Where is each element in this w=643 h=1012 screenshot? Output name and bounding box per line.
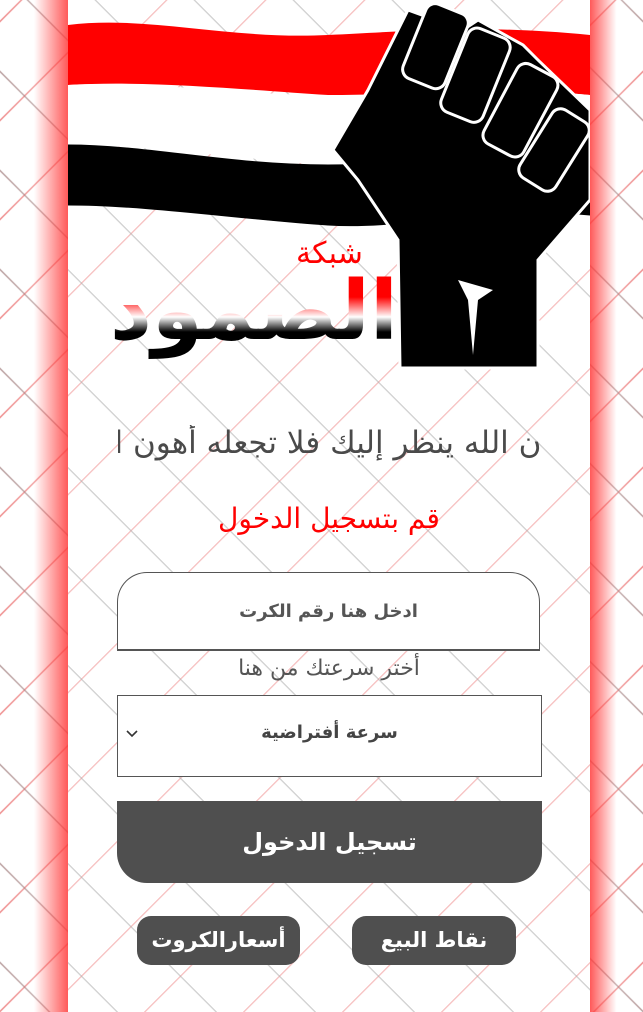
marquee-text: إن الله ينظر إليك فلا تجعله أهون الناظري… — [118, 425, 540, 461]
left-decor-strip — [0, 0, 68, 1012]
login-button[interactable]: تسجيل الدخول — [117, 801, 542, 883]
speed-selected-value: سرعة أفتراضية — [261, 722, 398, 743]
login-subtitle: قم بتسجيل الدخول — [218, 502, 440, 535]
card-number-input[interactable] — [117, 572, 540, 651]
header-banner: شبكة الصمود — [68, 0, 590, 370]
marquee: إن الله ينظر إليك فلا تجعله أهون الناظري… — [118, 425, 540, 475]
speed-select[interactable]: سرعة أفتراضية — [117, 695, 542, 777]
chevron-down-icon — [126, 730, 138, 738]
speed-label: أختر سرعتك من هنا — [238, 656, 420, 681]
card-prices-button[interactable]: أسعارالكروت — [137, 916, 300, 965]
right-decor-strip — [590, 0, 643, 1012]
logo-brand-name: الصمود — [72, 262, 398, 362]
login-card: شبكة الصمود إن الله ينظر إليك فلا تجعله … — [68, 0, 590, 1012]
sales-points-button[interactable]: نقاط البيع — [352, 916, 516, 965]
